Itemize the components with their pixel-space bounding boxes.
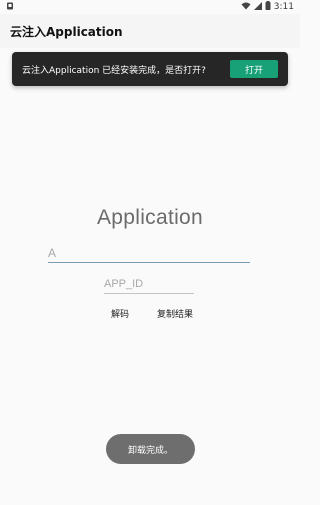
- snackbar-message: 云注入Application 已经安装完成，是否打开?: [22, 65, 206, 76]
- status-left: [6, 2, 14, 13]
- app-screen: 3:11 云注入Application 云注入Application 已经安装完…: [0, 0, 300, 505]
- status-time: 3:11: [273, 2, 294, 12]
- sim-card-icon: [6, 2, 14, 13]
- app-bar: 云注入Application: [0, 14, 300, 48]
- status-bar: 3:11: [0, 0, 300, 14]
- status-right: 3:11: [241, 1, 294, 13]
- uninstall-complete-toast: 卸载完成。: [106, 434, 195, 464]
- install-complete-snackbar: 云注入Application 已经安装完成，是否打开? 打开: [12, 52, 288, 86]
- signal-icon: [253, 1, 262, 13]
- copy-result-button[interactable]: 复制结果: [157, 305, 193, 321]
- wifi-icon: [241, 2, 251, 13]
- package-name-input[interactable]: [48, 243, 250, 263]
- app-id-input[interactable]: [104, 274, 194, 294]
- decode-button[interactable]: 解码: [111, 305, 129, 321]
- open-button[interactable]: 打开: [230, 60, 278, 78]
- page-title: Application: [96, 206, 204, 229]
- battery-icon: [265, 1, 271, 13]
- app-bar-title: 云注入Application: [10, 24, 123, 39]
